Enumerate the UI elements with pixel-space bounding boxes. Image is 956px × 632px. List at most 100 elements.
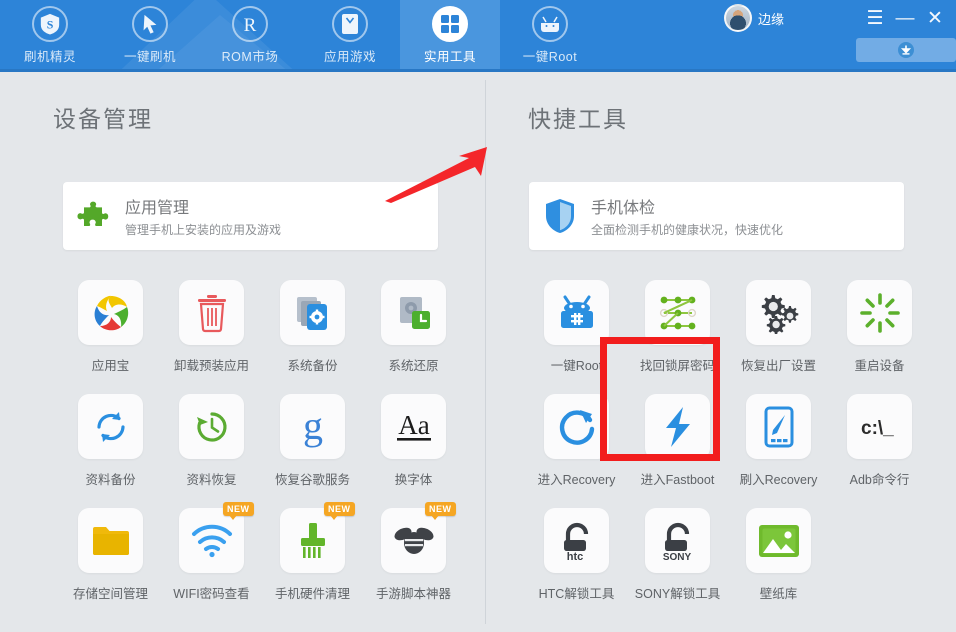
tile-label: 壁纸库 [759,587,798,601]
system-restore-icon [381,280,446,345]
registered-r-icon: R [232,6,268,42]
sony-unlock-icon: SONY [645,508,710,573]
new-badge: NEW [425,502,456,520]
tile-1[interactable]: 应用宝 [60,280,161,394]
tile-3[interactable]: 系统备份 [262,280,363,394]
nav-tab-3[interactable]: R ROM市场 [200,0,300,72]
tile-9[interactable]: 存储空间管理 [60,508,161,622]
gears-icon [746,280,811,345]
new-badge: NEW [324,502,355,520]
avatar[interactable] [723,4,752,32]
tile-12[interactable]: 手游脚本神器 NEW [363,502,464,622]
tile-10[interactable]: SONY SONY解锁工具 [627,508,728,622]
tile-6[interactable]: 进入Fastboot [627,394,728,508]
nav-tab-4[interactable]: 应用游戏 [300,0,400,72]
tile-4[interactable]: 重启设备 [829,280,930,394]
tile-8[interactable]: c:\_ Adb命令行 [829,394,930,508]
window-controls: ☰ — ✕ [862,9,948,28]
puzzle-piece-icon [63,199,125,233]
tile-6[interactable]: 资料恢复 [161,394,262,508]
nav-tab-1[interactable]: S 刷机精灵 [0,0,100,72]
tile-9[interactable]: htc HTC解锁工具 [526,508,627,622]
download-arrow-icon [898,42,914,58]
tile-7[interactable]: g 恢复谷歌服务 [262,394,363,508]
tile-2[interactable]: 找回锁屏密码 [627,280,728,394]
new-badge: NEW [223,502,254,520]
nav-tab-label: 刷机精灵 [23,50,76,64]
tile-label: 系统还原 [388,359,439,373]
svg-text:g: g [303,406,323,448]
card-title: 应用管理 [125,200,190,217]
tile-label: 恢复谷歌服务 [274,473,350,487]
tile-11[interactable]: 壁纸库 [728,508,829,622]
nav-tab-5[interactable]: 实用工具 [400,0,500,72]
card-title: 手机体检 [591,200,656,217]
nav-tab-list: S 刷机精灵 一键刷机 R ROM市场 应用游戏 实用工具 一键Root [0,0,600,72]
tile-3[interactable]: 恢复出厂设置 [728,280,829,394]
nav-tab-label: ROM市场 [221,50,279,64]
download-button[interactable] [856,38,956,62]
card-subtitle: 管理手机上安装的应用及游戏 [125,223,282,237]
pattern-lock-icon [645,280,710,345]
top-navigation-bar: S 刷机精灵 一键刷机 R ROM市场 应用游戏 实用工具 一键Root 边缘 ☰ — ✕ [0,0,956,72]
tile-label: WIFI密码查看 [173,587,250,601]
svg-text:htc: htc [566,551,583,562]
shield-s-icon: S [32,6,68,42]
tile-2[interactable]: 卸载预装应用 [161,280,262,394]
tile-5[interactable]: 资料备份 [60,394,161,508]
restart-burst-icon [847,280,912,345]
tile-label: 换字体 [394,473,433,487]
trash-can-icon [179,280,244,345]
app-management-card[interactable]: 应用管理 管理手机上安装的应用及游戏 [63,182,438,250]
tile-label: 资料恢复 [186,473,237,487]
tile-label: 恢复出厂设置 [740,359,816,373]
picture-image-icon [746,508,811,573]
tile-1[interactable]: 一键Root [526,280,627,394]
user-block[interactable]: 边缘 [723,4,784,32]
nav-tab-label: 应用游戏 [323,50,376,64]
vertical-divider [485,80,486,624]
phone-write-icon [746,394,811,459]
tile-label: 应用宝 [91,359,130,373]
font-aa-icon: Aa [381,394,446,459]
tile-8[interactable]: Aa 换字体 [363,394,464,508]
nav-tab-6[interactable]: 一键Root [500,0,600,72]
google-g-icon: g [280,394,345,459]
tile-label: 系统备份 [287,359,338,373]
nav-tab-2[interactable]: 一键刷机 [100,0,200,72]
tile-7[interactable]: 刷入Recovery [728,394,829,508]
quick-tools-tile-grid: 一键Root 找回锁屏密码 恢复出厂设置 重启设备进入Recovery 进入Fastbo… [526,280,946,622]
tile-label: 资料备份 [85,473,136,487]
tile-5[interactable]: 进入Recovery [526,394,627,508]
card-subtitle: 全面检测手机的健康状况，快速优化 [591,223,784,237]
username-label: 边缘 [757,11,784,27]
tile-11[interactable]: 手机硬件清理 NEW [262,502,363,622]
tile-label: 重启设备 [854,359,905,373]
htc-unlock-icon: htc [544,508,609,573]
minimize-icon[interactable]: — [892,9,918,28]
phone-checkup-card[interactable]: 手机体检 全面检测手机的健康状况，快速优化 [529,182,904,250]
svg-text:R: R [244,15,257,36]
close-icon[interactable]: ✕ [922,9,948,28]
nav-tab-label: 实用工具 [423,50,476,64]
shield-check-icon [529,198,591,234]
lightning-bolt-icon [645,394,710,459]
tile-label: 存储空间管理 [72,587,148,601]
nav-tab-label: 一键刷机 [123,50,176,64]
page-title-right: 快捷工具 [528,106,628,132]
svg-text:Aa: Aa [398,410,429,440]
grid-squares-icon [432,6,468,42]
tile-label: 进入Fastboot [640,473,715,487]
tile-label: 手机硬件清理 [274,587,350,601]
tile-label: 手游脚本神器 [375,587,451,601]
android-root-icon [532,6,568,42]
tile-4[interactable]: 系统还原 [363,280,464,394]
menu-icon[interactable]: ☰ [862,9,888,28]
app-box-icon [332,6,368,42]
tile-10[interactable]: WIFI密码查看 NEW [161,502,262,622]
tile-label: 找回锁屏密码 [639,359,715,373]
cursor-arrow-icon [132,6,168,42]
content-area: 设备管理 应用管理 管理手机上安装的应用及游戏 应用宝 卸载预装应用 系统备份 系统还… [0,72,956,632]
command-prompt-icon: c:\_ [847,394,912,459]
device-management-tile-grid: 应用宝 卸载预装应用 系统备份 系统还原资料备份 资料恢复 g 恢复谷歌服务 Aa 换字体存储空… [60,280,480,622]
